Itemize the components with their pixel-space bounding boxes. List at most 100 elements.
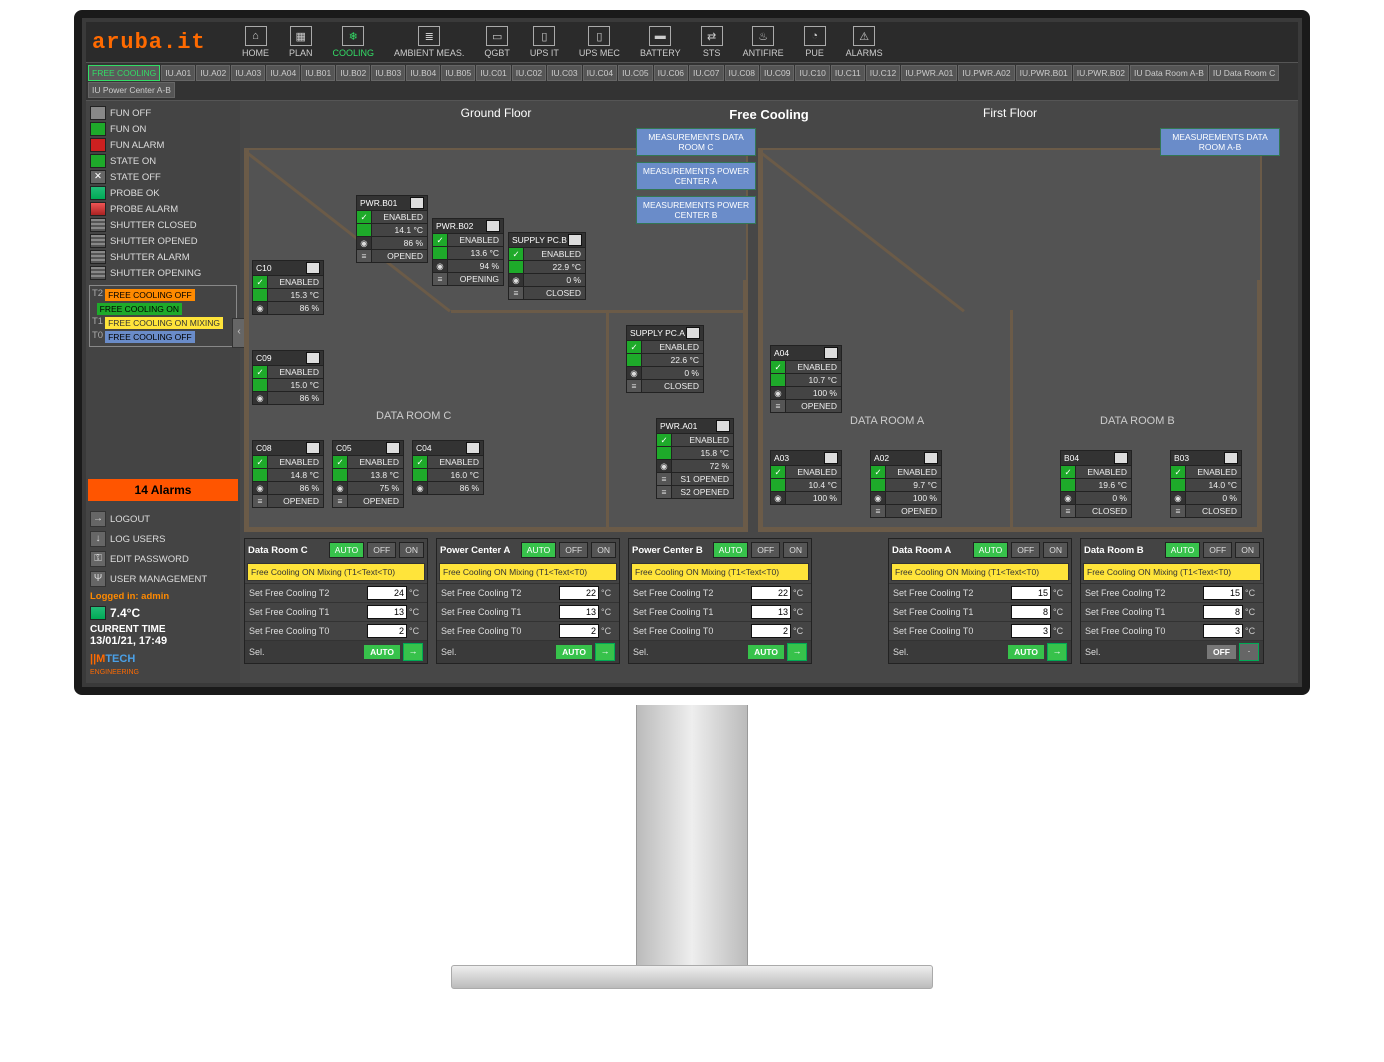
t0-input[interactable] bbox=[559, 624, 599, 638]
tab[interactable]: IU.B02 bbox=[336, 65, 370, 81]
t2-input[interactable] bbox=[559, 586, 599, 600]
tab[interactable]: IU.A03 bbox=[231, 65, 265, 81]
on-button[interactable]: ON bbox=[1043, 542, 1068, 558]
tab[interactable]: IU.A01 bbox=[161, 65, 195, 81]
on-button[interactable]: ON bbox=[591, 542, 616, 558]
meas-data-room-c-button[interactable]: MEASUREMENTS DATA ROOM C bbox=[636, 128, 756, 156]
tab[interactable]: IU.C05 bbox=[618, 65, 652, 81]
nav-sts[interactable]: ⇄STS bbox=[691, 24, 733, 60]
t2-input[interactable] bbox=[367, 586, 407, 600]
t1-input[interactable] bbox=[367, 605, 407, 619]
t1-input[interactable] bbox=[1011, 605, 1051, 619]
tab[interactable]: IU.C08 bbox=[725, 65, 759, 81]
unit-c04[interactable]: C04 ✓ENABLED 16.0 °C ◉86 % bbox=[412, 440, 484, 495]
unit-b03[interactable]: B03 ✓ENABLED 14.0 °C ◉0 % ≡CLOSED bbox=[1170, 450, 1242, 518]
tab[interactable]: IU.C10 bbox=[795, 65, 829, 81]
tab[interactable]: IU.PWR.A01 bbox=[901, 65, 957, 81]
user-mgmt-button[interactable]: ΨUSER MANAGEMENT bbox=[88, 569, 238, 589]
on-button[interactable]: ON bbox=[783, 542, 808, 558]
nav-battery[interactable]: ▬BATTERY bbox=[630, 24, 691, 60]
tab[interactable]: IU.B03 bbox=[371, 65, 405, 81]
apply-button[interactable]: → bbox=[403, 643, 423, 661]
nav-ambient[interactable]: ≣AMBIENT MEAS. bbox=[384, 24, 474, 60]
tab[interactable]: IU.A02 bbox=[196, 65, 230, 81]
nav-qgbt[interactable]: ▭QGBT bbox=[474, 24, 520, 60]
tab[interactable]: IU.B01 bbox=[301, 65, 335, 81]
meas-power-center-a-button[interactable]: MEASUREMENTS POWER CENTER A bbox=[636, 162, 756, 190]
unit-pwra01[interactable]: PWR.A01 ✓ENABLED 15.8 °C ◉72 % ≡S1 OPENE… bbox=[656, 418, 734, 499]
logout-button[interactable]: →LOGOUT bbox=[88, 509, 238, 529]
tab[interactable]: IU.PWR.B02 bbox=[1073, 65, 1129, 81]
nav-upsit[interactable]: ▯UPS IT bbox=[520, 24, 569, 60]
edit-password-button[interactable]: ⚿EDIT PASSWORD bbox=[88, 549, 238, 569]
tab[interactable]: IU.C02 bbox=[512, 65, 546, 81]
nav-cooling[interactable]: ❄COOLING bbox=[323, 24, 385, 60]
tab-free-cooling[interactable]: FREE COOLING bbox=[88, 65, 160, 81]
tab[interactable]: IU.B05 bbox=[441, 65, 475, 81]
apply-button[interactable]: → bbox=[1047, 643, 1067, 661]
off-button[interactable]: OFF bbox=[1011, 542, 1040, 558]
auto-button[interactable]: AUTO bbox=[521, 542, 556, 558]
unit-c09[interactable]: C09 ✓ENABLED 15.0 °C ◉86 % bbox=[252, 350, 324, 405]
unit-pwrb02[interactable]: PWR.B02 ✓ENABLED 13.6 °C ◉94 % ≡OPENING bbox=[432, 218, 504, 286]
auto-button[interactable]: AUTO bbox=[329, 542, 364, 558]
off-button[interactable]: OFF bbox=[559, 542, 588, 558]
apply-button[interactable]: → bbox=[595, 643, 615, 661]
unit-pwrb01[interactable]: PWR.B01 ✓ENABLED 14.1 °C ◉86 % ≡OPENED bbox=[356, 195, 428, 263]
nav-home[interactable]: ⌂HOME bbox=[232, 24, 279, 60]
tab[interactable]: IU.PWR.B01 bbox=[1016, 65, 1072, 81]
unit-a03[interactable]: A03 ✓ENABLED 10.4 °C ◉100 % bbox=[770, 450, 842, 505]
nav-plan[interactable]: ▦PLAN bbox=[279, 24, 323, 60]
t1-input[interactable] bbox=[1203, 605, 1243, 619]
meas-data-room-ab-button[interactable]: MEASUREMENTS DATA ROOM A-B bbox=[1160, 128, 1280, 156]
tab[interactable]: IU Data Room C bbox=[1209, 65, 1279, 81]
log-users-button[interactable]: ↓LOG USERS bbox=[88, 529, 238, 549]
t1-input[interactable] bbox=[751, 605, 791, 619]
apply-button[interactable]: · bbox=[1239, 643, 1259, 661]
off-button[interactable]: OFF bbox=[751, 542, 780, 558]
off-button[interactable]: OFF bbox=[1203, 542, 1232, 558]
tab[interactable]: IU.C11 bbox=[831, 65, 865, 81]
tab[interactable]: IU.C07 bbox=[689, 65, 723, 81]
auto-button[interactable]: AUTO bbox=[713, 542, 748, 558]
off-button[interactable]: OFF bbox=[367, 542, 396, 558]
nav-alarms[interactable]: ⚠ALARMS bbox=[836, 24, 893, 60]
auto-button[interactable]: AUTO bbox=[1165, 542, 1200, 558]
unit-c05[interactable]: C05 ✓ENABLED 13.8 °C ◉75 % ≡OPENED bbox=[332, 440, 404, 508]
unit-c10[interactable]: C10 ✓ENABLED 15.3 °C ◉86 % bbox=[252, 260, 324, 315]
t2-input[interactable] bbox=[1203, 586, 1243, 600]
nav-antifire[interactable]: ♨ANTIFIRE bbox=[733, 24, 794, 60]
unit-b04[interactable]: B04 ✓ENABLED 19.6 °C ◉0 % ≡CLOSED bbox=[1060, 450, 1132, 518]
tab[interactable]: IU.B04 bbox=[406, 65, 440, 81]
nav-pue[interactable]: ◔PUE bbox=[794, 24, 836, 60]
nav-upsmec[interactable]: ▯UPS MEC bbox=[569, 24, 630, 60]
tab[interactable]: IU.C06 bbox=[654, 65, 688, 81]
t1-input[interactable] bbox=[559, 605, 599, 619]
on-button[interactable]: ON bbox=[399, 542, 424, 558]
unit-c08[interactable]: C08 ✓ENABLED 14.8 °C ◉86 % ≡OPENED bbox=[252, 440, 324, 508]
tab[interactable]: IU.C01 bbox=[476, 65, 510, 81]
meas-power-center-b-button[interactable]: MEASUREMENTS POWER CENTER B bbox=[636, 196, 756, 224]
unit-supply-pcb[interactable]: SUPPLY PC.B ✓ENABLED 22.9 °C ◉0 % ≡CLOSE… bbox=[508, 232, 586, 300]
auto-button[interactable]: AUTO bbox=[973, 542, 1008, 558]
t2-input[interactable] bbox=[1011, 586, 1051, 600]
unit-a02[interactable]: A02 ✓ENABLED 9.7 °C ◉100 % ≡OPENED bbox=[870, 450, 942, 518]
tab[interactable]: IU.C12 bbox=[866, 65, 900, 81]
tab[interactable]: IU Power Center A-B bbox=[88, 82, 175, 98]
tab[interactable]: IU.A04 bbox=[266, 65, 300, 81]
alarms-counter[interactable]: 14 Alarms bbox=[88, 479, 238, 501]
t0-input[interactable] bbox=[1203, 624, 1243, 638]
tab[interactable]: IU.C03 bbox=[547, 65, 581, 81]
tab[interactable]: IU.C09 bbox=[760, 65, 794, 81]
unit-a04[interactable]: A04 ✓ENABLED 10.7 °C ◉100 % ≡OPENED bbox=[770, 345, 842, 413]
tab[interactable]: IU Data Room A-B bbox=[1130, 65, 1208, 81]
t2-input[interactable] bbox=[751, 586, 791, 600]
tab[interactable]: IU.C04 bbox=[583, 65, 617, 81]
t0-input[interactable] bbox=[367, 624, 407, 638]
unit-supply-pca[interactable]: SUPPLY PC.A ✓ENABLED 22.6 °C ◉0 % ≡CLOSE… bbox=[626, 325, 704, 393]
tab[interactable]: IU.PWR.A02 bbox=[958, 65, 1014, 81]
on-button[interactable]: ON bbox=[1235, 542, 1260, 558]
t0-input[interactable] bbox=[1011, 624, 1051, 638]
t0-input[interactable] bbox=[751, 624, 791, 638]
apply-button[interactable]: → bbox=[787, 643, 807, 661]
